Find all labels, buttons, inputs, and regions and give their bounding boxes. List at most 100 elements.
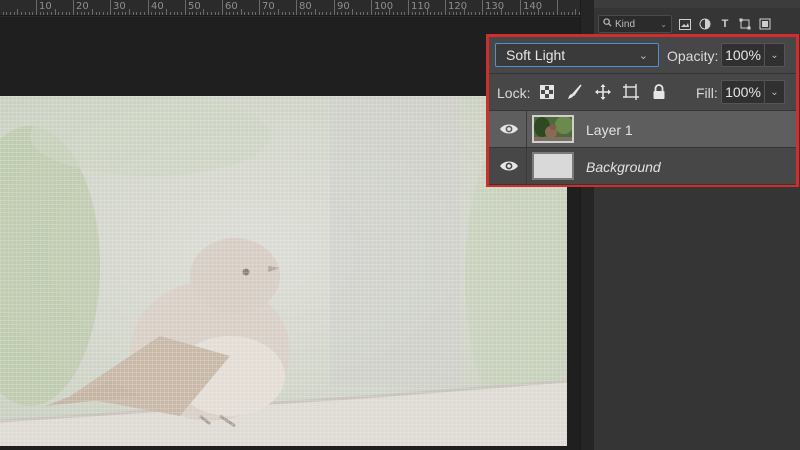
- ruler-tick: [278, 9, 279, 15]
- ruler-tick: [81, 12, 82, 15]
- ruler-tick: [215, 12, 216, 15]
- ruler-tick: [99, 12, 100, 15]
- ruler-tick: [449, 12, 450, 15]
- ruler-tick: [337, 12, 338, 15]
- ruler-tick: [252, 12, 253, 15]
- background-thumbnail[interactable]: [532, 152, 574, 180]
- ruler-tick: [267, 12, 268, 15]
- ruler-tick: [419, 12, 420, 15]
- ruler-tick: [58, 12, 59, 15]
- opacity-input[interactable]: 100%: [721, 43, 765, 67]
- ruler-tick: [520, 0, 521, 15]
- ruler-tick: [527, 12, 528, 15]
- ruler-tick: [241, 9, 242, 15]
- ruler-tick: [62, 12, 63, 15]
- fill-dropdown-button[interactable]: ⌄: [765, 80, 785, 104]
- layer-row-layer-1[interactable]: Layer 1: [489, 111, 796, 148]
- ruler-tick: [434, 12, 435, 15]
- ruler-tick: [222, 0, 223, 15]
- ruler-tick: [107, 12, 108, 15]
- ruler-tick: [397, 12, 398, 15]
- ruler-tick: [114, 12, 115, 15]
- ruler-tick: [144, 12, 145, 15]
- fill-input[interactable]: 100%: [721, 80, 765, 104]
- ruler-tick: [66, 12, 67, 15]
- ruler-tick: [36, 0, 37, 15]
- ruler-tick: [423, 12, 424, 15]
- ruler-tick: [151, 12, 152, 15]
- ruler-label: 80: [299, 1, 312, 12]
- ruler-tick: [360, 12, 361, 15]
- ruler-tick: [561, 12, 562, 15]
- lock-all-icon[interactable]: [649, 82, 669, 102]
- eye-icon[interactable]: [499, 121, 519, 137]
- ruler-tick: [393, 12, 394, 15]
- layer-name: Background: [586, 159, 661, 175]
- fill-label: Fill:: [696, 85, 718, 101]
- layer-row-background[interactable]: Background: [489, 148, 796, 185]
- ruler-tick: [110, 0, 111, 15]
- ruler-tick: [441, 12, 442, 15]
- ruler-label: 20: [76, 1, 89, 12]
- ruler-tick: [386, 12, 387, 15]
- ruler-tick: [103, 12, 104, 15]
- ruler-label: 30: [113, 1, 126, 12]
- ruler-tick: [237, 12, 238, 15]
- adjustment-layer-filter-icon[interactable]: [698, 17, 712, 31]
- ruler-tick: [482, 0, 483, 15]
- blend-mode-dropdown[interactable]: Soft Light ⌄: [495, 43, 659, 67]
- ruler-label: 120: [448, 1, 468, 12]
- document-canvas[interactable]: [0, 96, 567, 446]
- ruler-tick: [248, 12, 249, 15]
- ruler-tick: [460, 12, 461, 15]
- ruler-tick: [21, 12, 22, 15]
- ruler-tick: [43, 12, 44, 15]
- ruler-tick: [326, 12, 327, 15]
- ruler-label: 90: [337, 1, 350, 12]
- search-icon: [603, 18, 612, 30]
- ruler-tick: [572, 12, 573, 15]
- ruler-tick: [166, 9, 167, 15]
- ruler-label: 110: [411, 1, 431, 12]
- ruler-tick: [315, 9, 316, 15]
- ruler-tick: [430, 12, 431, 15]
- lock-image-pixels-brush-icon[interactable]: [565, 82, 585, 102]
- divider: [526, 148, 527, 184]
- shape-layer-filter-icon[interactable]: [738, 17, 752, 31]
- layer-1-thumbnail[interactable]: [532, 115, 574, 143]
- kind-label: Kind: [615, 18, 636, 30]
- opacity-dropdown-button[interactable]: ⌄: [765, 43, 785, 67]
- ruler-tick: [542, 12, 543, 15]
- ruler-tick: [207, 12, 208, 15]
- ruler-tick: [170, 12, 171, 15]
- ruler-tick: [32, 12, 33, 15]
- ruler-tick: [17, 9, 18, 15]
- ruler-tick: [125, 12, 126, 15]
- horizontal-ruler[interactable]: 10 20 30 40 50 60 70 80 90 100 110 120 130 140: [0, 0, 580, 16]
- ruler-tick: [304, 12, 305, 15]
- eye-icon[interactable]: [499, 158, 519, 174]
- lock-transparent-pixels-icon[interactable]: [537, 82, 557, 102]
- ruler-tick: [453, 12, 454, 15]
- ruler-tick: [490, 12, 491, 15]
- ruler-tick: [345, 12, 346, 15]
- ruler-tick: [148, 0, 149, 15]
- lock-position-move-icon[interactable]: [593, 82, 613, 102]
- ruler-tick: [51, 12, 52, 15]
- ruler-tick: [523, 12, 524, 15]
- pixel-layer-filter-icon[interactable]: [678, 17, 692, 31]
- ruler-tick: [84, 12, 85, 15]
- type-layer-filter-icon[interactable]: T: [718, 17, 732, 31]
- chevron-down-icon: ⌄: [770, 49, 779, 61]
- ruler-tick: [136, 12, 137, 15]
- lock-artboard-crop-icon[interactable]: [621, 82, 641, 102]
- ruler-tick: [218, 12, 219, 15]
- ruler-tick: [73, 0, 74, 15]
- chevron-down-icon: ⌄: [770, 86, 779, 98]
- ruler-tick: [6, 12, 7, 15]
- ruler-tick: [55, 9, 56, 15]
- ruler-tick: [69, 12, 70, 15]
- smart-object-filter-icon[interactable]: [758, 17, 772, 31]
- ruler-tick: [568, 12, 569, 15]
- kind-filter-dropdown[interactable]: Kind ⌄: [598, 15, 672, 33]
